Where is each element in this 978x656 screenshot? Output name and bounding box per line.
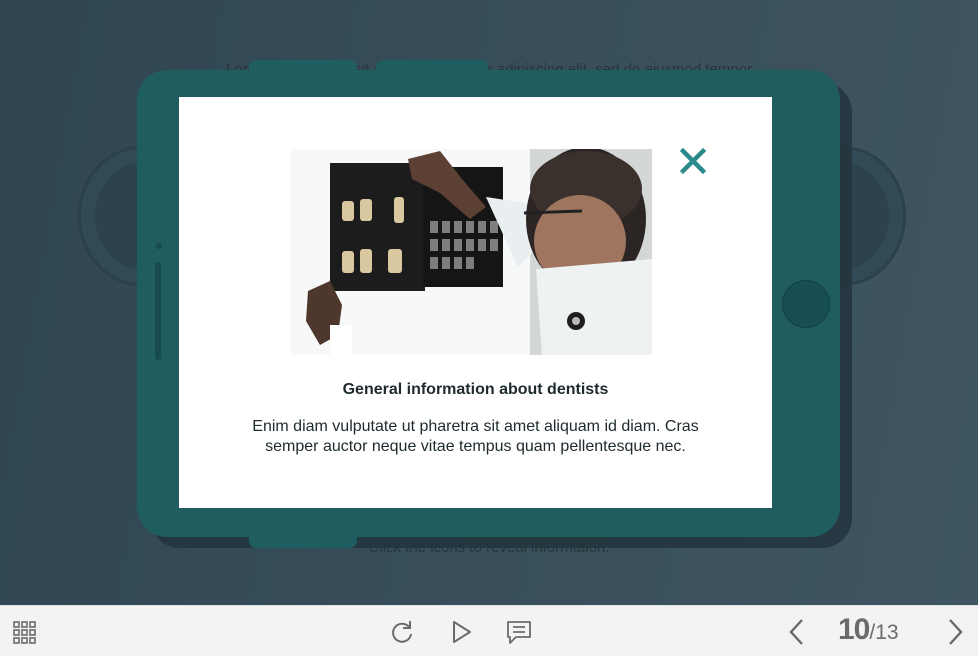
tablet-home-button[interactable] [782,280,830,328]
play-icon[interactable] [450,619,474,645]
replay-icon[interactable] [389,619,415,645]
current-page-number: 10 [838,613,870,646]
slide-background: Lorem ipsum dolor sit amet, consectetur … [0,0,978,605]
info-popup: General information about dentists Enim … [179,97,772,508]
popup-title: General information about dentists [342,381,609,398]
chevron-right-icon[interactable] [944,618,966,646]
tablet-camera [156,243,162,249]
player-toolbar: 10/13 [0,605,978,656]
notes-icon[interactable] [505,619,533,645]
chevron-left-icon[interactable] [786,618,808,646]
tablet-side-slot [155,262,161,360]
dentist-xray-photo [290,149,652,355]
page-counter: 10/13 [838,613,918,647]
total-page-count: /13 [869,621,899,644]
close-icon[interactable] [679,147,707,175]
popup-body-text: Enim diam vulputate ut pharetra sit amet… [252,418,699,455]
grid-menu-icon[interactable] [12,619,38,645]
